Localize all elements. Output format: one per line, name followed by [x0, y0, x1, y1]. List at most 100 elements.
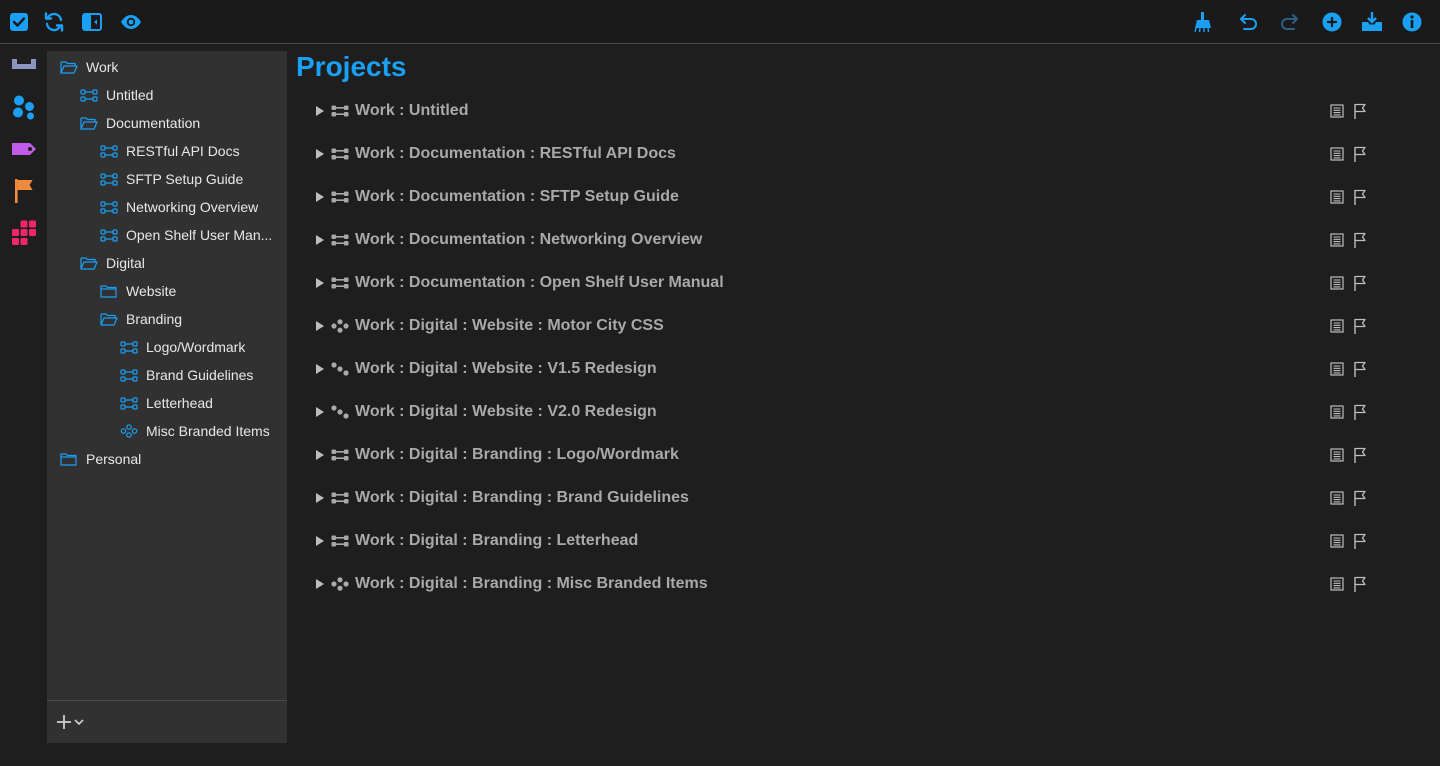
flag-outline-icon[interactable]	[1353, 533, 1367, 549]
project-row[interactable]: Work : Digital : Branding : Misc Branded…	[287, 569, 1387, 599]
project-icon	[100, 172, 118, 186]
info-icon[interactable]	[1401, 11, 1423, 33]
project-row[interactable]: Work : Documentation : RESTful API Docs	[287, 139, 1387, 169]
note-icon[interactable]	[1330, 276, 1344, 290]
project-row[interactable]: Work : Documentation : Networking Overvi…	[287, 225, 1387, 255]
project-row[interactable]: Work : Documentation : SFTP Setup Guide	[287, 182, 1387, 212]
checkbox-icon[interactable]	[8, 11, 30, 33]
note-icon[interactable]	[1330, 233, 1344, 247]
sidebar-item[interactable]: Open Shelf User Man...	[47, 221, 287, 249]
add-folder-button[interactable]	[57, 715, 84, 729]
projects-icon[interactable]	[11, 94, 37, 120]
project-title[interactable]: Work : Digital : Website : V1.5 Redesign	[355, 360, 657, 378]
inbox-tray-icon[interactable]	[11, 52, 37, 78]
flag-outline-icon[interactable]	[1353, 361, 1367, 377]
folder-open-icon	[80, 116, 98, 130]
project-title[interactable]: Work : Untitled	[355, 102, 468, 120]
note-icon[interactable]	[1330, 448, 1344, 462]
sidebar-item[interactable]: Digital	[47, 249, 287, 277]
disclosure-triangle-icon[interactable]	[316, 406, 326, 418]
note-icon[interactable]	[1330, 405, 1344, 419]
note-icon[interactable]	[1330, 362, 1344, 376]
sidebar-toggle-icon[interactable]	[81, 11, 103, 33]
flag-icon[interactable]	[11, 178, 37, 204]
sync-icon[interactable]	[43, 11, 65, 33]
single-actions-icon	[120, 424, 138, 438]
undo-icon[interactable]	[1236, 11, 1258, 33]
disclosure-triangle-icon[interactable]	[316, 148, 326, 160]
disclosure-triangle-icon[interactable]	[316, 449, 326, 461]
folder-open-icon	[80, 256, 98, 270]
disclosure-triangle-icon[interactable]	[316, 277, 326, 289]
clean-up-icon[interactable]	[1192, 11, 1214, 33]
note-icon[interactable]	[1330, 147, 1344, 161]
sidebar-item[interactable]: Brand Guidelines	[47, 361, 287, 389]
project-row[interactable]: Work : Digital : Website : Motor City CS…	[287, 311, 1387, 341]
project-title[interactable]: Work : Documentation : SFTP Setup Guide	[355, 188, 679, 206]
project-title[interactable]: Work : Documentation : RESTful API Docs	[355, 145, 676, 163]
project-title[interactable]: Work : Digital : Branding : Letterhead	[355, 532, 638, 550]
flag-outline-icon[interactable]	[1353, 447, 1367, 463]
note-icon[interactable]	[1330, 190, 1344, 204]
flag-outline-icon[interactable]	[1353, 146, 1367, 162]
sidebar-item-label: Logo/Wordmark	[146, 339, 246, 355]
sidebar-item[interactable]: Logo/Wordmark	[47, 333, 287, 361]
sidebar-item[interactable]: Misc Branded Items	[47, 417, 287, 445]
disclosure-triangle-icon[interactable]	[316, 535, 326, 547]
project-title[interactable]: Work : Digital : Branding : Brand Guidel…	[355, 489, 689, 507]
project-row[interactable]: Work : Documentation : Open Shelf User M…	[287, 268, 1387, 298]
project-row[interactable]: Work : Digital : Website : V2.0 Redesign	[287, 397, 1387, 427]
sidebar-item[interactable]: Letterhead	[47, 389, 287, 417]
note-icon[interactable]	[1330, 577, 1344, 591]
plus-icon	[57, 715, 71, 729]
flag-outline-icon[interactable]	[1353, 275, 1367, 291]
sidebar-item[interactable]: Untitled	[47, 81, 287, 109]
project-title[interactable]: Work : Digital : Branding : Logo/Wordmar…	[355, 446, 679, 464]
flag-outline-icon[interactable]	[1353, 189, 1367, 205]
flag-outline-icon[interactable]	[1353, 232, 1367, 248]
inbox-icon[interactable]	[1361, 11, 1383, 33]
disclosure-triangle-icon[interactable]	[316, 363, 326, 375]
project-row[interactable]: Work : Digital : Branding : Letterhead	[287, 526, 1387, 556]
note-icon[interactable]	[1330, 319, 1344, 333]
sidebar-item[interactable]: Networking Overview	[47, 193, 287, 221]
perspectives-grid-icon[interactable]	[11, 220, 37, 246]
disclosure-triangle-icon[interactable]	[316, 234, 326, 246]
project-icon	[100, 228, 118, 242]
tags-icon[interactable]	[11, 136, 37, 162]
project-title[interactable]: Work : Documentation : Networking Overvi…	[355, 231, 702, 249]
flag-outline-icon[interactable]	[1353, 103, 1367, 119]
disclosure-triangle-icon[interactable]	[316, 492, 326, 504]
project-title[interactable]: Work : Digital : Branding : Misc Branded…	[355, 575, 708, 593]
main-content: Projects Work : Untitled Work : Documenta…	[287, 44, 1440, 766]
note-icon[interactable]	[1330, 491, 1344, 505]
disclosure-triangle-icon[interactable]	[316, 578, 326, 590]
project-title[interactable]: Work : Documentation : Open Shelf User M…	[355, 274, 724, 292]
flag-outline-icon[interactable]	[1353, 576, 1367, 592]
disclosure-triangle-icon[interactable]	[316, 105, 326, 117]
add-icon[interactable]	[1321, 11, 1343, 33]
note-icon[interactable]	[1330, 534, 1344, 548]
sidebar-item-label: Misc Branded Items	[146, 423, 270, 439]
flag-outline-icon[interactable]	[1353, 490, 1367, 506]
redo-icon[interactable]	[1280, 11, 1302, 33]
sidebar-item[interactable]: Documentation	[47, 109, 287, 137]
eye-icon[interactable]	[120, 11, 142, 33]
sidebar-item[interactable]: Website	[47, 277, 287, 305]
project-row[interactable]: Work : Digital : Website : V1.5 Redesign	[287, 354, 1387, 384]
sidebar-item[interactable]: Branding	[47, 305, 287, 333]
sidebar-item[interactable]: Personal	[47, 445, 287, 473]
project-row[interactable]: Work : Digital : Branding : Brand Guidel…	[287, 483, 1387, 513]
project-title[interactable]: Work : Digital : Website : Motor City CS…	[355, 317, 664, 335]
note-icon[interactable]	[1330, 104, 1344, 118]
flag-outline-icon[interactable]	[1353, 318, 1367, 334]
project-title[interactable]: Work : Digital : Website : V2.0 Redesign	[355, 403, 657, 421]
project-row[interactable]: Work : Untitled	[287, 96, 1387, 126]
flag-outline-icon[interactable]	[1353, 404, 1367, 420]
project-row[interactable]: Work : Digital : Branding : Logo/Wordmar…	[287, 440, 1387, 470]
sidebar-item[interactable]: SFTP Setup Guide	[47, 165, 287, 193]
sidebar-item[interactable]: Work	[47, 53, 287, 81]
disclosure-triangle-icon[interactable]	[316, 191, 326, 203]
sidebar-item[interactable]: RESTful API Docs	[47, 137, 287, 165]
disclosure-triangle-icon[interactable]	[316, 320, 326, 332]
